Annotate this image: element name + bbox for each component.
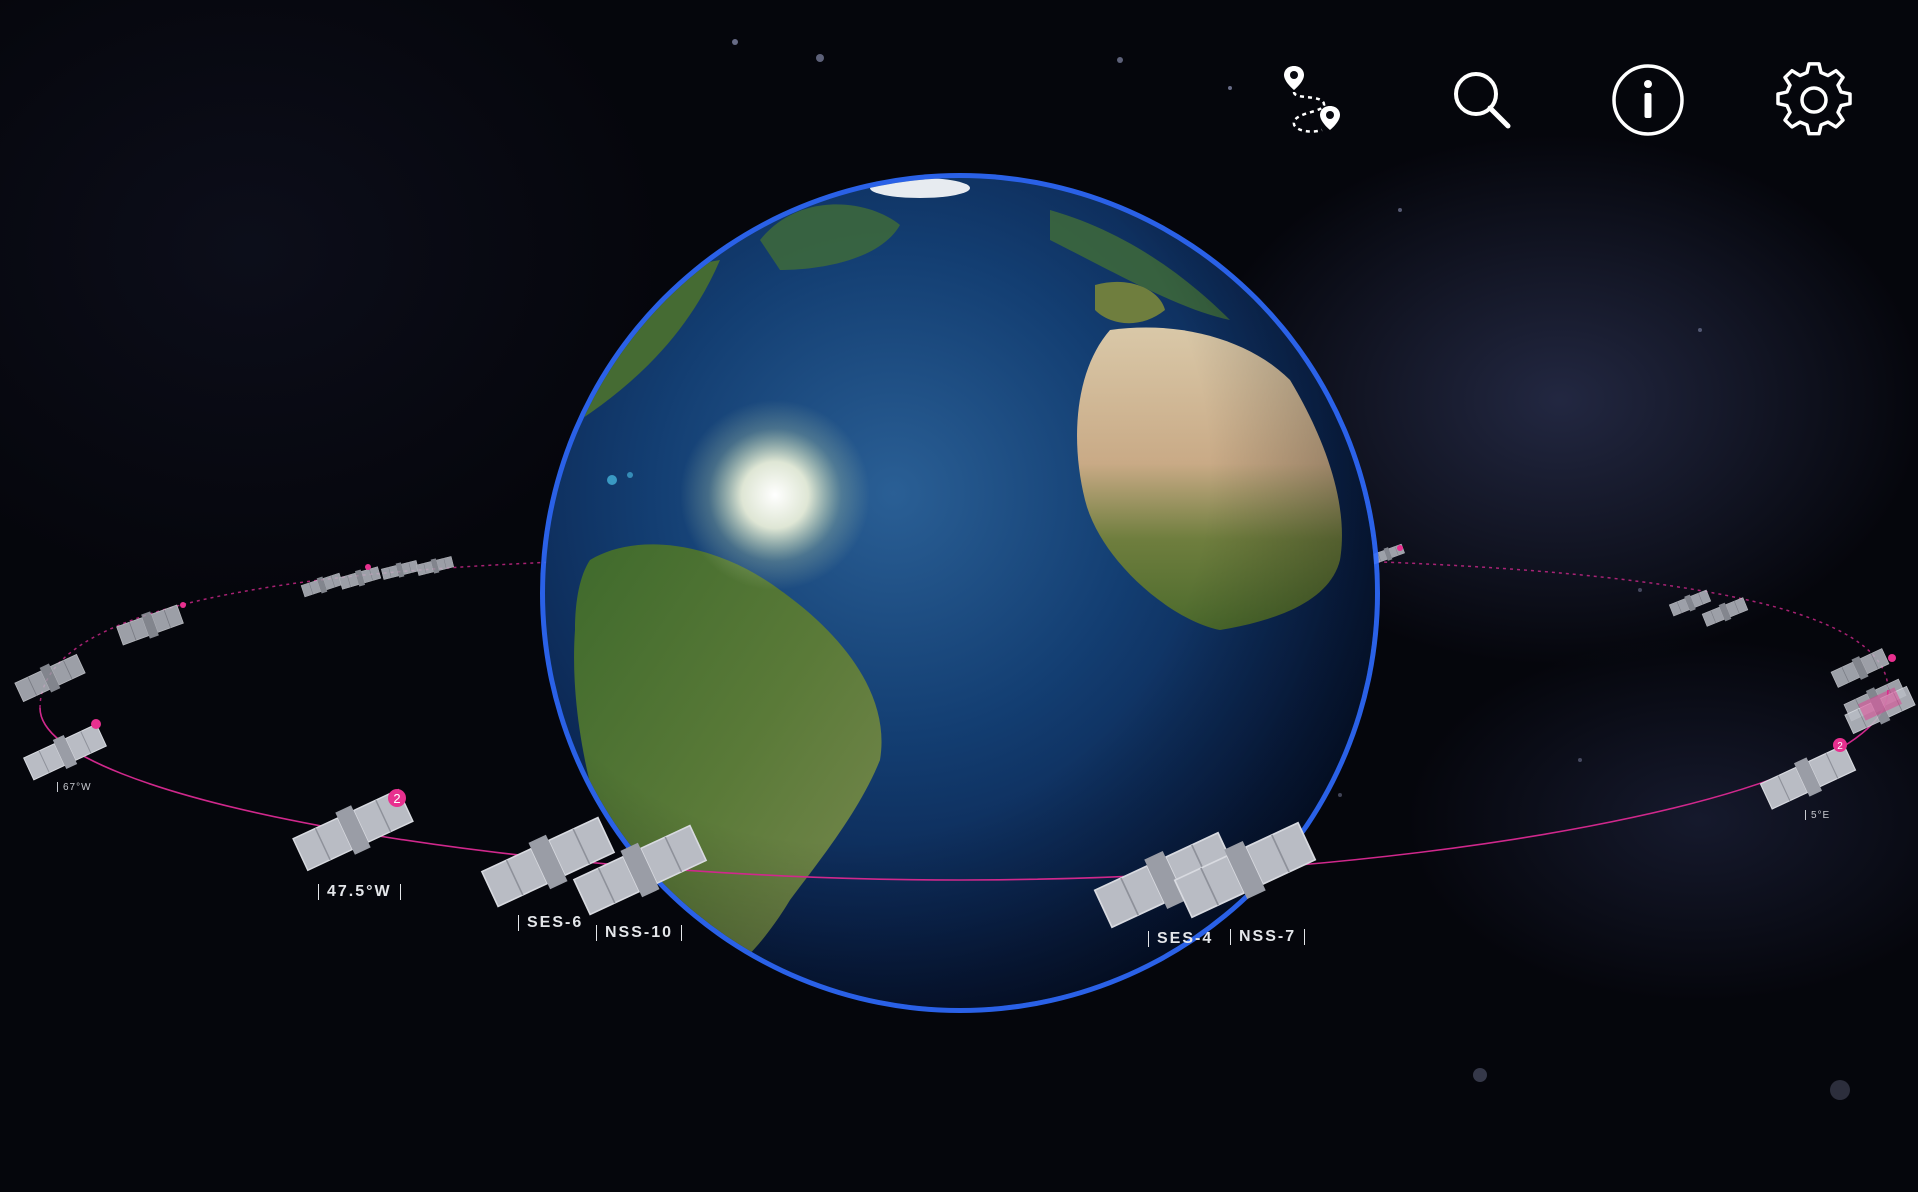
- satellite-label-ses-4[interactable]: SES-4: [1140, 930, 1213, 948]
- globe-scene[interactable]: 2 2: [0, 0, 1918, 1192]
- svg-text:2: 2: [393, 791, 400, 806]
- info-button[interactable]: [1606, 58, 1690, 142]
- info-icon: [1612, 64, 1684, 136]
- satellite-label-nss-7[interactable]: NSS-7: [1222, 928, 1313, 946]
- gear-icon: [1776, 62, 1852, 136]
- satellite-label-ses-6[interactable]: SES-6: [510, 914, 583, 932]
- cluster-dot[interactable]: [1888, 654, 1896, 662]
- sun-glint: [680, 400, 870, 590]
- cluster-dot[interactable]: [1397, 545, 1403, 551]
- search-icon: [1454, 72, 1511, 129]
- cluster-dot[interactable]: [365, 564, 371, 570]
- satellite-label-67w[interactable]: 67°W: [52, 782, 92, 793]
- cluster-dot[interactable]: [180, 602, 186, 608]
- route-pins-icon: [1284, 66, 1340, 133]
- satellite-label-nss-10[interactable]: NSS-10: [588, 924, 690, 942]
- search-button[interactable]: [1440, 58, 1524, 142]
- satellite-label-5e[interactable]: 5°E: [1800, 810, 1830, 821]
- satellite-label-47-5w[interactable]: 47.5°W: [310, 883, 409, 901]
- svg-text:2: 2: [1837, 741, 1843, 752]
- cluster-badge-47-5w[interactable]: 2: [388, 789, 406, 807]
- settings-button[interactable]: [1772, 58, 1856, 142]
- cluster-dot[interactable]: [91, 719, 101, 729]
- cluster-badge-5e[interactable]: 2: [1833, 738, 1847, 752]
- satellite-67w: [21, 720, 109, 784]
- route-button[interactable]: [1270, 58, 1354, 142]
